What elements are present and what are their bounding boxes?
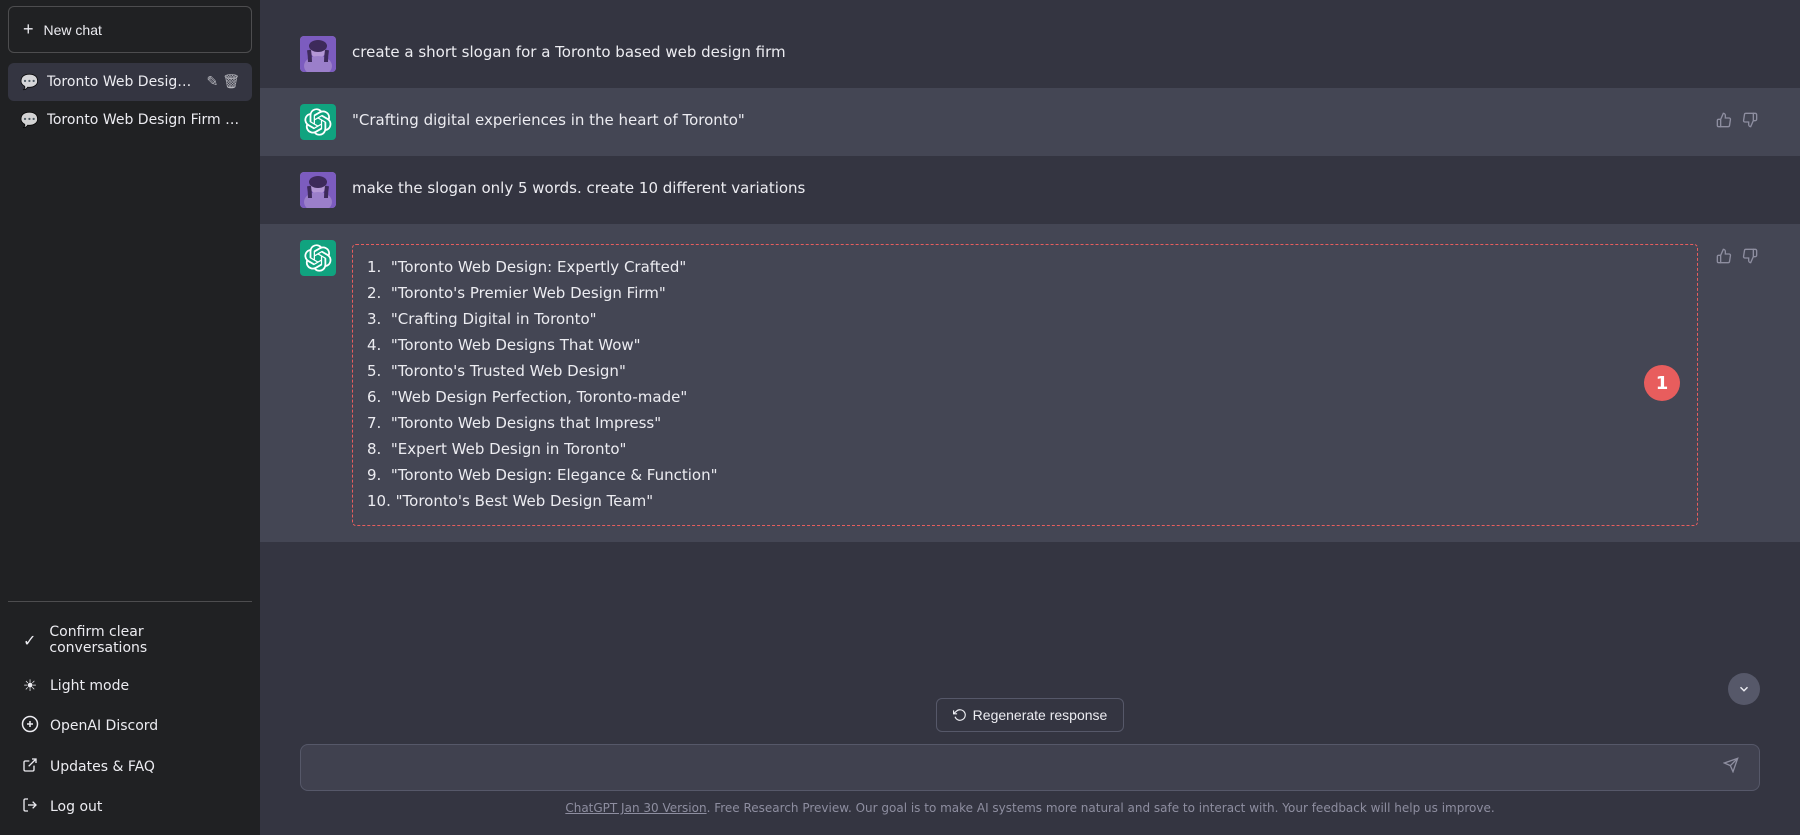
discord-icon	[20, 715, 40, 737]
sidebar-item-discord[interactable]: OpenAI Discord	[8, 705, 252, 747]
footer-link[interactable]: ChatGPT Jan 30 Version	[565, 801, 706, 815]
message-text: 1. "Toronto Web Design: Expertly Crafted…	[352, 240, 1698, 526]
list-item: 2. "Toronto's Premier Web Design Firm"	[367, 281, 1683, 305]
message-text: make the slogan only 5 words. create 10 …	[352, 172, 1760, 200]
message-row: create a short slogan for a Toronto base…	[260, 20, 1800, 88]
message-row: "Crafting digital experiences in the hea…	[260, 88, 1800, 156]
chat-icon: 💬	[20, 111, 39, 129]
main-chat-area: create a short slogan for a Toronto base…	[260, 0, 1800, 835]
send-button[interactable]	[1717, 755, 1745, 780]
sidebar-item-updates-faq[interactable]: Updates & FAQ	[8, 747, 252, 787]
external-link-icon	[20, 757, 40, 777]
list-item: 3. "Crafting Digital in Toronto"	[367, 307, 1683, 331]
list-item: 8. "Expert Web Design in Toronto"	[367, 437, 1683, 461]
list-item: 5. "Toronto's Trusted Web Design"	[367, 359, 1683, 383]
edit-icon[interactable]: ✎	[206, 74, 218, 90]
trash-icon[interactable]: 🗑	[222, 74, 240, 90]
sidebar-item-chat1[interactable]: 💬 Toronto Web Design Sl ✎ 🗑	[8, 63, 252, 101]
plus-icon: +	[23, 19, 34, 40]
input-area	[300, 744, 1760, 791]
sun-icon: ☀	[20, 676, 40, 695]
chat-item-actions: ✎ 🗑	[206, 74, 240, 90]
chat-input[interactable]	[315, 756, 1717, 780]
new-chat-label: New chat	[44, 22, 102, 38]
sidebar-item-logout[interactable]: Log out	[8, 787, 252, 827]
sidebar: + New chat 💬 Toronto Web Design Sl ✎ 🗑 💬…	[0, 0, 260, 835]
message-text: "Crafting digital experiences in the hea…	[352, 104, 1698, 132]
sidebar-divider	[8, 601, 252, 602]
regenerate-button[interactable]: Regenerate response	[936, 698, 1125, 732]
confirm-clear-label: Confirm clear conversations	[49, 624, 240, 656]
gpt-avatar	[300, 104, 336, 140]
list-item: 9. "Toronto Web Design: Elegance & Funct…	[367, 463, 1683, 487]
scroll-to-bottom-button[interactable]	[1728, 673, 1760, 705]
list-item: 10. "Toronto's Best Web Design Team"	[367, 489, 1683, 513]
chat-history: 💬 Toronto Web Design Sl ✎ 🗑 💬 Toronto We…	[0, 59, 260, 597]
thumbs-up-button[interactable]	[1714, 110, 1734, 135]
sidebar-item-chat2[interactable]: 💬 Toronto Web Design Firm CTA	[8, 101, 252, 139]
chat-icon: 💬	[20, 73, 39, 91]
chat-bottom: Regenerate response ChatGPT Jan 30 Versi…	[260, 688, 1800, 835]
user-avatar	[300, 36, 336, 72]
message-row: 1. "Toronto Web Design: Expertly Crafted…	[260, 224, 1800, 542]
list-item: 4. "Toronto Web Designs That Wow"	[367, 333, 1683, 357]
badge-1: 1	[1644, 365, 1680, 401]
regenerate-label: Regenerate response	[973, 707, 1108, 723]
checkmark-icon: ✓	[20, 631, 39, 650]
thumbs-down-button[interactable]	[1740, 110, 1760, 135]
updates-faq-label: Updates & FAQ	[50, 759, 155, 775]
slogan-list: 1. "Toronto Web Design: Expertly Crafted…	[367, 255, 1683, 513]
sidebar-item-light-mode[interactable]: ☀ Light mode	[8, 666, 252, 705]
new-chat-button[interactable]: + New chat	[8, 6, 252, 53]
footer-description: . Free Research Preview. Our goal is to …	[707, 801, 1495, 815]
sidebar-bottom: ✓ Confirm clear conversations ☀ Light mo…	[0, 606, 260, 835]
logout-icon	[20, 797, 40, 817]
chat-messages: create a short slogan for a Toronto base…	[260, 0, 1800, 688]
footer-text: ChatGPT Jan 30 Version. Free Research Pr…	[300, 801, 1760, 815]
light-mode-label: Light mode	[50, 678, 129, 694]
sidebar-item-confirm-clear[interactable]: ✓ Confirm clear conversations	[8, 614, 252, 666]
discord-label: OpenAI Discord	[50, 718, 158, 734]
logout-label: Log out	[50, 799, 102, 815]
message-text: create a short slogan for a Toronto base…	[352, 36, 1760, 64]
slogan-list-box: 1. "Toronto Web Design: Expertly Crafted…	[352, 244, 1698, 526]
list-item: 6. "Web Design Perfection, Toronto-made"	[367, 385, 1683, 409]
gpt-avatar	[300, 240, 336, 276]
thumbs-up-button[interactable]	[1714, 246, 1734, 271]
chat-item-label: Toronto Web Design Firm CTA	[47, 112, 240, 128]
user-avatar	[300, 172, 336, 208]
message-actions	[1714, 104, 1760, 135]
list-item: 7. "Toronto Web Designs that Impress"	[367, 411, 1683, 435]
message-row: make the slogan only 5 words. create 10 …	[260, 156, 1800, 224]
message-actions	[1714, 240, 1760, 271]
list-item: 1. "Toronto Web Design: Expertly Crafted…	[367, 255, 1683, 279]
chat-item-label: Toronto Web Design Sl	[47, 74, 199, 90]
thumbs-down-button[interactable]	[1740, 246, 1760, 271]
